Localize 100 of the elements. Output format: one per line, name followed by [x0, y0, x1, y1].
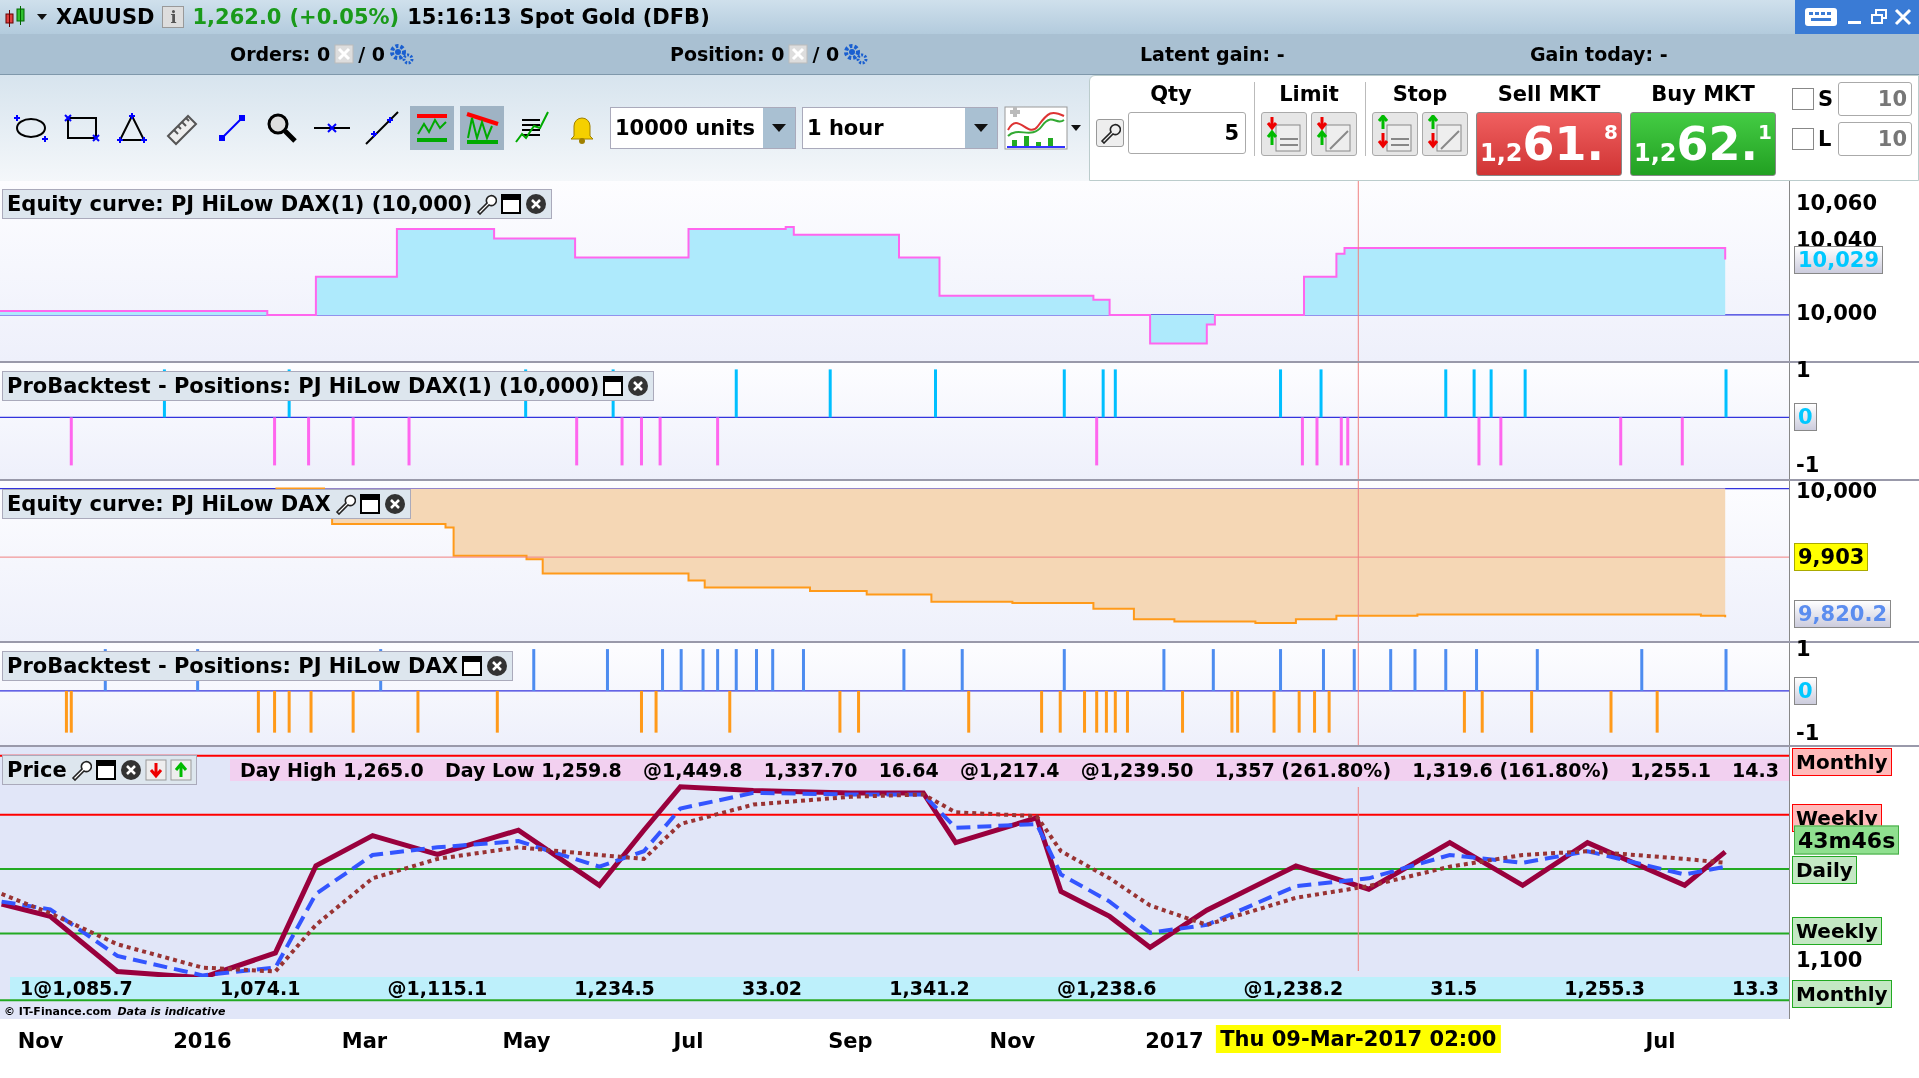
- wrench-icon[interactable]: [69, 759, 92, 781]
- market-order-label: Sell MKT: [1497, 82, 1601, 106]
- stop-type-label: S: [1818, 87, 1834, 111]
- value-badge: 10,029: [1794, 245, 1884, 274]
- wrench-icon[interactable]: [475, 193, 497, 215]
- level-label: @1,239.50: [1080, 759, 1194, 781]
- panel-title: ProBacktest - Positions: PJ HiLow DAX(1) (10,000): [7, 374, 600, 398]
- window-icon[interactable]: [460, 655, 483, 677]
- value-badge: 0: [1794, 403, 1817, 432]
- level-label: Day High 1,265.0: [240, 759, 424, 781]
- close-icon[interactable]: [627, 375, 650, 397]
- summary-total: / 0: [358, 43, 385, 65]
- axis-tick-label: -1: [1796, 452, 1820, 477]
- close-icon[interactable]: [525, 193, 547, 215]
- summary-total: / 0: [812, 43, 840, 65]
- level-label: 1,255.1: [1630, 759, 1711, 781]
- wrench-icon: [1099, 122, 1121, 144]
- level-label: 14.3: [1732, 759, 1779, 781]
- panel-title: Equity curve: PJ HiLow DAX: [7, 492, 331, 516]
- gears-icon[interactable]: [843, 43, 870, 65]
- close-icon[interactable]: [383, 493, 406, 515]
- close-icon[interactable]: [119, 759, 142, 781]
- level-label: Day Low 1,259.8: [444, 759, 622, 781]
- time-label: 2016: [173, 1029, 232, 1053]
- axis-tick-label: -1: [1796, 720, 1820, 745]
- instrument-name: Spot Gold (DFB): [519, 5, 710, 29]
- panel-title: Price: [7, 758, 67, 782]
- value-badge: 9,903: [1794, 543, 1869, 572]
- stop-order-button[interactable]: [1372, 112, 1418, 156]
- time-label: Nov: [989, 1029, 1036, 1053]
- dropdown-caret-icon[interactable]: [36, 12, 48, 22]
- wrench-icon[interactable]: [333, 493, 356, 515]
- value-badge: 0: [1794, 676, 1817, 705]
- summary-label: Position: 0: [670, 43, 785, 65]
- market-order-button[interactable]: 1,261.$^{8}$: [1476, 112, 1622, 176]
- quantity-select[interactable]: 10000 units: [610, 107, 796, 149]
- distance-field[interactable]: 10: [1838, 82, 1912, 116]
- price-change: (+0.05%): [289, 5, 400, 29]
- distance-field[interactable]: 10: [1838, 122, 1912, 156]
- info-button[interactable]: i: [162, 6, 185, 28]
- summary-label: Gain today: -: [1530, 43, 1668, 65]
- level-label: 31.5: [1430, 977, 1478, 999]
- axis-tick-label: 10,000: [1796, 478, 1878, 503]
- level-label: 33.02: [741, 977, 803, 999]
- limit-order-button[interactable]: [1311, 112, 1357, 156]
- quantity-field[interactable]: 5: [1128, 112, 1246, 154]
- level-label: @1,217.4: [959, 759, 1060, 781]
- limit-order-button[interactable]: [1261, 112, 1307, 156]
- axis-tick-label: 10,060: [1796, 190, 1878, 215]
- time-label: 2017: [1145, 1029, 1204, 1053]
- summary-label: Latent gain: -: [1140, 43, 1285, 65]
- window-icon[interactable]: [358, 493, 381, 515]
- level-label: @1,238.2: [1243, 977, 1344, 999]
- candlestick-icon: [4, 5, 28, 29]
- chart-indicator-icon: [1004, 106, 1068, 150]
- qty-label: Qty: [1150, 82, 1192, 106]
- disclaimer-text: Data is indicative: [117, 1005, 226, 1018]
- time-label: Sep: [828, 1029, 873, 1053]
- market-order-label: Buy MKT: [1651, 82, 1755, 106]
- level-badge: Weekly: [1792, 916, 1882, 945]
- horizontal-line-icon: [312, 122, 352, 134]
- period-select[interactable]: 1 hour: [802, 107, 998, 149]
- window-icon[interactable]: [94, 759, 117, 781]
- panel-title: Equity curve: PJ HiLow DAX(1) (10,000): [7, 192, 472, 216]
- quote-time: 15:16:13: [407, 5, 512, 29]
- level-label: 1,337.70: [763, 759, 858, 781]
- level-label: 1,234.5: [574, 977, 655, 999]
- checkbox[interactable]: [1792, 128, 1814, 150]
- close-icon[interactable]: [485, 655, 508, 677]
- order-arrows-icon: [1264, 115, 1304, 153]
- level-label: @1,449.8: [642, 759, 743, 781]
- time-label: Nov: [17, 1029, 64, 1053]
- level-label: 1,074.1: [219, 977, 301, 999]
- order-arrows-icon: [1314, 115, 1354, 153]
- value-badge: 43m46s: [1794, 825, 1900, 855]
- copyright-text: © IT-Finance.com: [4, 1005, 112, 1018]
- gears-icon[interactable]: [388, 43, 415, 65]
- axis-tick-label: 1: [1796, 637, 1811, 662]
- cursor-date-label: Thu 09-Mar-2017 02:00: [1216, 1025, 1501, 1053]
- market-order-button[interactable]: 1,262.$^{1}$: [1630, 112, 1776, 176]
- level-label: @1,238.6: [1056, 977, 1157, 999]
- caret-icon: [973, 123, 989, 133]
- order-arrows-icon: [1425, 115, 1465, 153]
- time-label: Jul: [1645, 1029, 1676, 1053]
- strategy-button[interactable]: [1004, 106, 1082, 150]
- time-label: Jul: [673, 1029, 704, 1053]
- settings-button[interactable]: [1096, 119, 1124, 147]
- stop-order-button[interactable]: [1422, 112, 1468, 156]
- window-icon[interactable]: [500, 193, 522, 215]
- level-badge: Monthly: [1792, 980, 1892, 1009]
- checkbox[interactable]: [1792, 88, 1814, 110]
- level-label: 1,341.2: [889, 977, 970, 999]
- stop-type-label: L: [1818, 127, 1833, 151]
- axis-tick-label: 1: [1796, 358, 1811, 382]
- level-badge: Monthly: [1792, 748, 1892, 777]
- symbol-label: XAUUSD: [56, 5, 155, 29]
- restore-icon[interactable]: [1869, 7, 1889, 27]
- window-icon[interactable]: [602, 375, 625, 397]
- level-label: 1,255.3: [1564, 977, 1645, 999]
- axis-tick-label: 10,000: [1796, 301, 1878, 326]
